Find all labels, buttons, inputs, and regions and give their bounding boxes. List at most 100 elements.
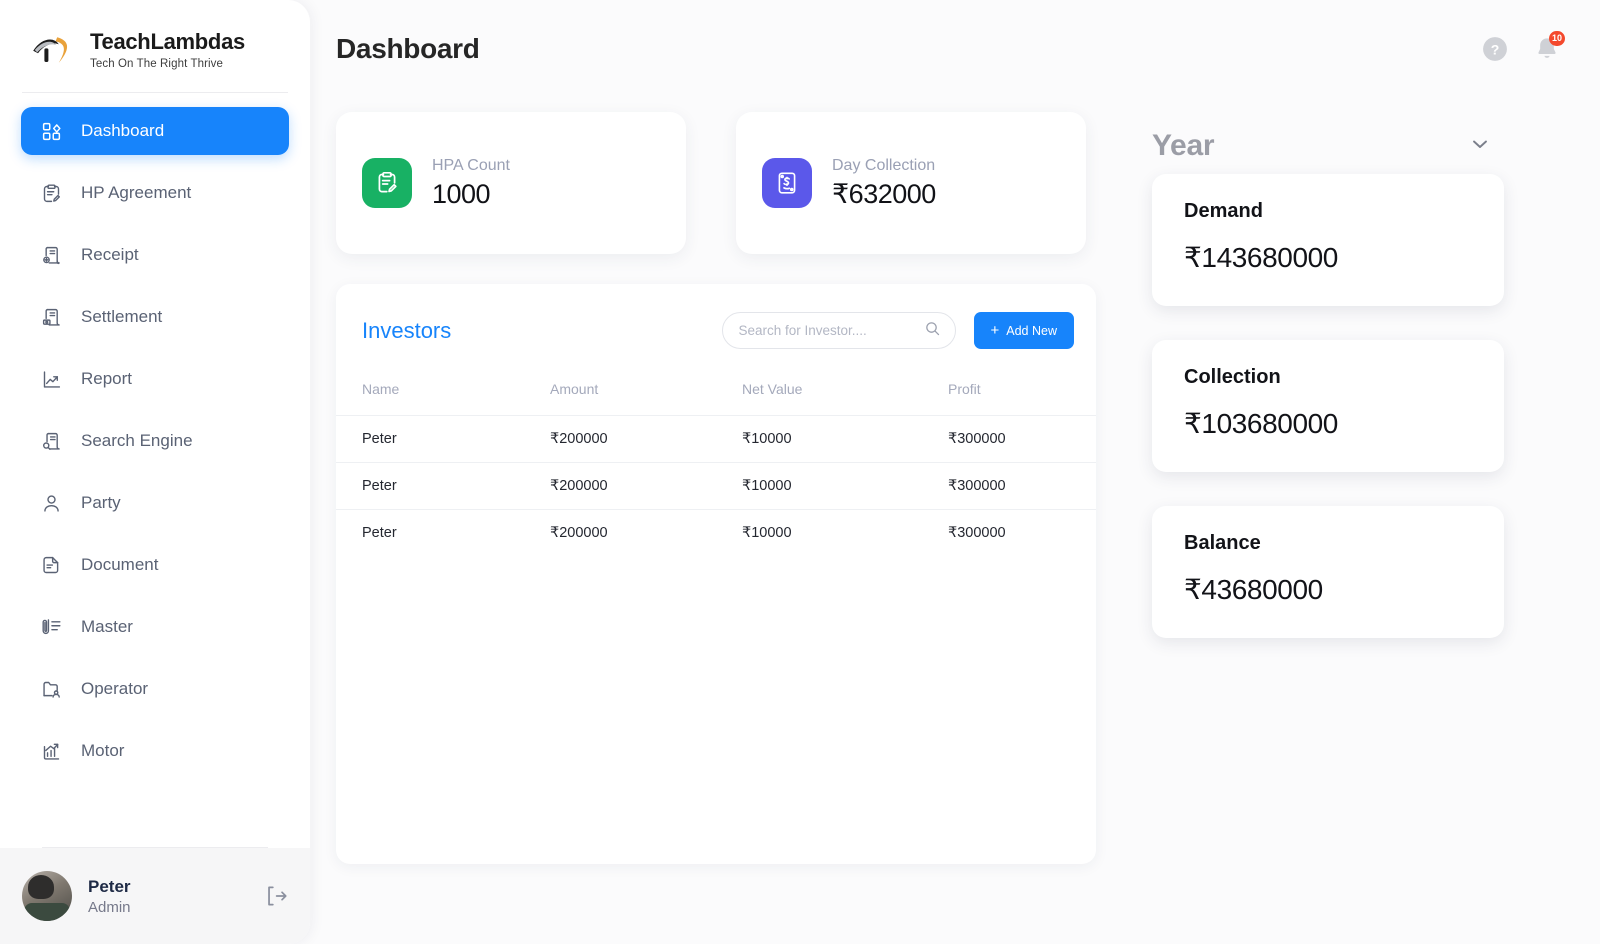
grid-icon [39,119,63,143]
notification-badge: 10 [1548,31,1565,46]
cell-profit: ₹300000 [948,462,1096,510]
sidebar-item-label: Document [81,555,159,574]
clipboard-edit-icon [39,181,63,205]
cell-profit: ₹300000 [948,509,1096,556]
table-header-row: Name Amount Net Value Profit [336,375,1096,416]
summary-panel: Year Demand ₹143680000 Collection ₹10368… [1140,118,1520,672]
dashboard-page: TeachLambdas Tech On The Right Thrive Da… [0,0,1600,944]
investors-panel-header: Investors + Add New [336,284,1096,349]
sidebar-item-label: Motor [81,741,125,760]
summary-card-value: ₹143680000 [1184,242,1338,273]
plus-icon: + [990,322,1000,339]
column-header-name: Name [362,381,400,397]
bar-chart-up-icon [39,739,63,763]
year-filter-dropdown[interactable]: Year [1140,118,1520,174]
cell-name: Peter [336,462,550,510]
add-new-button[interactable]: + Add New [973,312,1074,349]
document-icon [39,553,63,577]
table-row[interactable]: Peter ₹200000 ₹10000 ₹300000 [336,462,1096,510]
brand-logo[interactable]: TeachLambdas Tech On The Right Thrive [0,0,310,70]
header-actions: ? 10 [1482,31,1565,63]
stat-label: HPA Count [432,156,510,174]
cell-net-value: ₹10000 [742,415,948,463]
stat-value: ₹632000 [832,178,936,209]
summary-card-value: ₹43680000 [1184,574,1323,605]
sidebar-user-card[interactable]: Peter Admin [0,848,310,944]
sidebar-item-label: Dashboard [81,121,165,140]
investors-toolbar: + Add New [721,312,1074,349]
sidebar: TeachLambdas Tech On The Right Thrive Da… [0,0,310,944]
sidebar-item-label: Settlement [81,307,163,326]
sidebar-item-dashboard[interactable]: Dashboard [21,107,289,155]
investors-title: Investors [362,317,452,343]
cell-net-value: ₹10000 [742,462,948,510]
cell-name: Peter [336,415,550,463]
sidebar-item-operator[interactable]: Operator [21,665,289,713]
column-header-net-value: Net Value [742,381,803,397]
notifications-button[interactable]: 10 [1534,31,1565,63]
sidebar-item-report[interactable]: Report [21,355,289,403]
receipt-add-icon [39,243,63,267]
investors-table-head: Name Amount Net Value Profit [336,375,1096,416]
sidebar-divider-top [22,92,288,93]
user-icon [39,491,63,515]
summary-card-value: ₹103680000 [1184,408,1338,439]
investors-table-body: Peter ₹200000 ₹10000 ₹300000 Peter ₹2000… [336,415,1096,556]
summary-card-demand[interactable]: Demand ₹143680000 [1152,174,1504,306]
investors-panel: Investors + Add New [336,284,1096,864]
sidebar-item-master[interactable]: Master [21,603,289,651]
stat-card-hpa-count[interactable]: HPA Count 1000 [336,112,686,254]
cell-profit: ₹300000 [948,415,1096,463]
sidebar-nav: Dashboard HP Agreement Receipt Settlemen… [0,107,310,843]
stat-card-day-collection[interactable]: Day Collection ₹632000 [736,112,1086,254]
sidebar-item-hp-agreement[interactable]: HP Agreement [21,169,289,217]
user-role: Admin [88,898,131,916]
sidebar-item-label: HP Agreement [81,183,192,202]
cell-amount: ₹200000 [550,509,742,556]
investors-table: Name Amount Net Value Profit Peter ₹2000… [336,375,1096,556]
main-content: HPA Count 1000 Day Collection ₹632000 In… [336,112,1098,864]
table-row[interactable]: Peter ₹200000 ₹10000 ₹300000 [336,415,1096,463]
sidebar-item-label: Search Engine [81,431,193,450]
sidebar-item-label: Receipt [81,245,139,264]
cell-amount: ₹200000 [550,415,742,463]
summary-card-collection[interactable]: Collection ₹103680000 [1152,340,1504,472]
trending-up-icon [39,367,63,391]
search-icon[interactable] [924,320,941,342]
table-row[interactable]: Peter ₹200000 ₹10000 ₹300000 [336,509,1096,556]
sidebar-item-receipt[interactable]: Receipt [21,231,289,279]
chevron-down-icon[interactable] [1468,132,1492,161]
svg-text:?: ? [1491,41,1500,57]
clipboard-edit-icon [362,158,412,208]
clip-list-icon [39,615,63,639]
sidebar-item-document[interactable]: Document [21,541,289,589]
logout-icon[interactable] [262,883,288,909]
sidebar-item-settlement[interactable]: Settlement [21,293,289,341]
stat-cards: HPA Count 1000 Day Collection ₹632000 [336,112,1098,254]
summary-card-balance[interactable]: Balance ₹43680000 [1152,506,1504,638]
help-icon[interactable]: ? [1482,36,1508,62]
brand-name: TeachLambdas [90,29,245,55]
column-header-amount: Amount [550,381,599,397]
sidebar-item-search-engine[interactable]: Search Engine [21,417,289,465]
search-investor-box[interactable] [721,312,956,349]
avatar [22,871,72,921]
sidebar-item-party[interactable]: Party [21,479,289,527]
sidebar-item-label: Operator [81,679,149,698]
sidebar-item-label: Report [81,369,133,388]
folder-user-icon [39,677,63,701]
stat-label: Day Collection [832,156,936,174]
sidebar-item-motor[interactable]: Motor [21,727,289,775]
receipt-money-icon [39,305,63,329]
brand-tagline: Tech On The Right Thrive [90,57,224,70]
teachlambdas-logo-icon [30,30,78,70]
receipt-search-icon [39,429,63,453]
year-filter-label: Year [1152,129,1215,162]
summary-card-title: Collection [1184,366,1281,388]
summary-card-title: Demand [1184,200,1263,222]
summary-card-title: Balance [1184,532,1261,554]
search-input[interactable] [738,323,924,338]
cell-amount: ₹200000 [550,462,742,510]
cell-name: Peter [336,509,550,556]
page-header: Dashboard ? 10 [310,0,1600,98]
